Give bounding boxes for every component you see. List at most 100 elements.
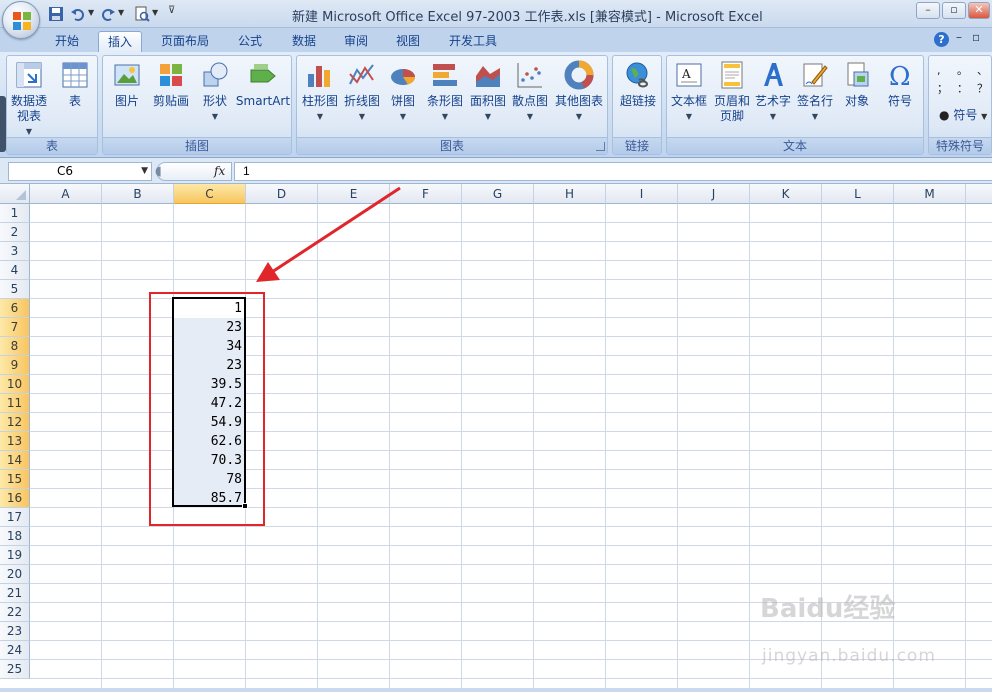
cell-c7[interactable]: 23 [174, 318, 245, 337]
tab-developer[interactable]: 开发工具 [440, 31, 506, 52]
row-header-16[interactable]: 16 [0, 489, 30, 508]
row-header-22[interactable]: 22 [0, 603, 30, 622]
row-header-11[interactable]: 11 [0, 394, 30, 413]
row-header-4[interactable]: 4 [0, 261, 30, 280]
customize-qat-icon[interactable]: ⊽ [168, 5, 184, 21]
table-button[interactable]: 表 [53, 60, 97, 109]
signature-line-button[interactable]: 签名行 ▼ [793, 60, 837, 124]
row-header-18[interactable]: 18 [0, 527, 30, 546]
cell-c8[interactable]: 34 [174, 337, 245, 356]
tab-data[interactable]: 数据 [282, 31, 326, 52]
row-header-14[interactable]: 14 [0, 451, 30, 470]
column-header-c[interactable]: C [174, 184, 246, 204]
row-header-15[interactable]: 15 [0, 470, 30, 489]
chevron-down-icon[interactable]: ▼ [141, 163, 148, 180]
row-header-8[interactable]: 8 [0, 337, 30, 356]
column-header-b[interactable]: B [102, 184, 174, 204]
shapes-button[interactable]: 形状 ▼ [195, 60, 235, 124]
row-header-17[interactable]: 17 [0, 508, 30, 527]
row-header-24[interactable]: 24 [0, 641, 30, 660]
other-charts-button[interactable]: 其他图表 ▼ [551, 60, 607, 124]
row-header-5[interactable]: 5 [0, 280, 30, 299]
cell-c9[interactable]: 23 [174, 356, 245, 375]
scatter-chart-button[interactable]: 散点图 ▼ [509, 60, 551, 124]
expand-icon[interactable]: ◖ [155, 164, 162, 179]
cell-c10[interactable]: 39.5 [174, 375, 245, 394]
symbol-comma[interactable]: , [937, 62, 941, 80]
office-button[interactable] [2, 1, 40, 39]
cell-c11[interactable]: 47.2 [174, 394, 245, 413]
restore-button[interactable]: ▫ [942, 2, 966, 19]
fill-handle[interactable] [242, 503, 248, 509]
column-header-partial[interactable] [966, 184, 992, 204]
cell-c15[interactable]: 78 [174, 470, 245, 489]
name-box[interactable]: C6 ▼ [8, 162, 152, 181]
save-icon[interactable] [48, 6, 64, 22]
clip-art-button[interactable]: 剪贴画 [149, 60, 193, 109]
minimize-button[interactable]: – [916, 2, 940, 19]
symbol-enum-comma[interactable]: 、 [977, 62, 988, 80]
redo-icon[interactable] [100, 6, 116, 22]
column-header-m[interactable]: M [894, 184, 966, 204]
tab-review[interactable]: 审阅 [334, 31, 378, 52]
insert-function-icon[interactable]: fx [214, 164, 225, 178]
cell-c14[interactable]: 70.3 [174, 451, 245, 470]
special-symbol-button[interactable]: ● 符号 ▼ [939, 106, 987, 123]
area-chart-button[interactable]: 面积图 ▼ [467, 60, 509, 124]
row-header-19[interactable]: 19 [0, 546, 30, 565]
redo-dropdown-icon[interactable]: ▼ [118, 8, 134, 24]
help-icon[interactable]: ? [934, 32, 949, 47]
column-header-e[interactable]: E [318, 184, 390, 204]
header-footer-button[interactable]: 页眉和页脚 [711, 60, 753, 124]
tab-view[interactable]: 视图 [386, 31, 430, 52]
ribbon-restore-button[interactable]: ▫ [972, 30, 980, 44]
print-preview-icon[interactable] [134, 6, 150, 22]
column-header-f[interactable]: F [390, 184, 462, 204]
column-header-i[interactable]: I [606, 184, 678, 204]
column-header-a[interactable]: A [30, 184, 102, 204]
column-header-h[interactable]: H [534, 184, 606, 204]
ribbon-minimize-button[interactable]: – [956, 30, 962, 44]
row-header-7[interactable]: 7 [0, 318, 30, 337]
row-header-9[interactable]: 9 [0, 356, 30, 375]
row-header-2[interactable]: 2 [0, 223, 30, 242]
cell-c12[interactable]: 54.9 [174, 413, 245, 432]
row-header-25[interactable]: 25 [0, 660, 30, 679]
wordart-button[interactable]: 艺术字 ▼ [753, 60, 793, 124]
cell-c13[interactable]: 62.6 [174, 432, 245, 451]
row-header-12[interactable]: 12 [0, 413, 30, 432]
row-header-23[interactable]: 23 [0, 622, 30, 641]
row-header-13[interactable]: 13 [0, 432, 30, 451]
qat-dropdown-icon[interactable]: ▼ [152, 8, 168, 24]
pie-chart-button[interactable]: 饼图 ▼ [383, 60, 423, 124]
cell-c6[interactable]: 1 [174, 299, 245, 318]
column-header-k[interactable]: K [750, 184, 822, 204]
row-header-21[interactable]: 21 [0, 584, 30, 603]
smartart-button[interactable]: SmartArt [235, 60, 291, 109]
dialog-launcher-icon[interactable] [596, 142, 605, 151]
tab-insert[interactable]: 插入 [98, 31, 142, 52]
column-header-l[interactable]: L [822, 184, 894, 204]
symbol-colon[interactable]: ： [957, 80, 968, 98]
symbol-semicolon[interactable]: ； [937, 80, 948, 98]
row-header-1[interactable]: 1 [0, 204, 30, 223]
object-button[interactable]: 对象 [837, 60, 877, 109]
formula-input[interactable]: 1 [234, 162, 992, 181]
text-box-button[interactable]: A 文本框 ▼ [667, 60, 711, 124]
picture-button[interactable]: 图片 [107, 60, 147, 109]
pivot-table-button[interactable]: 数据透视表 ▼ [7, 60, 51, 139]
row-header-6[interactable]: 6 [0, 299, 30, 318]
tab-home[interactable]: 开始 [46, 31, 88, 52]
symbol-button[interactable]: Ω 符号 [879, 60, 921, 109]
row-header-10[interactable]: 10 [0, 375, 30, 394]
tab-formulas[interactable]: 公式 [228, 31, 272, 52]
line-chart-button[interactable]: 折线图 ▼ [341, 60, 383, 124]
cell-c16[interactable]: 85.7 [174, 489, 245, 508]
row-header-20[interactable]: 20 [0, 565, 30, 584]
undo-icon[interactable] [70, 6, 86, 22]
bar-chart-button[interactable]: 条形图 ▼ [423, 60, 467, 124]
column-header-g[interactable]: G [462, 184, 534, 204]
column-header-j[interactable]: J [678, 184, 750, 204]
symbol-period[interactable]: 。 [957, 62, 968, 80]
select-all-button[interactable] [0, 184, 30, 204]
